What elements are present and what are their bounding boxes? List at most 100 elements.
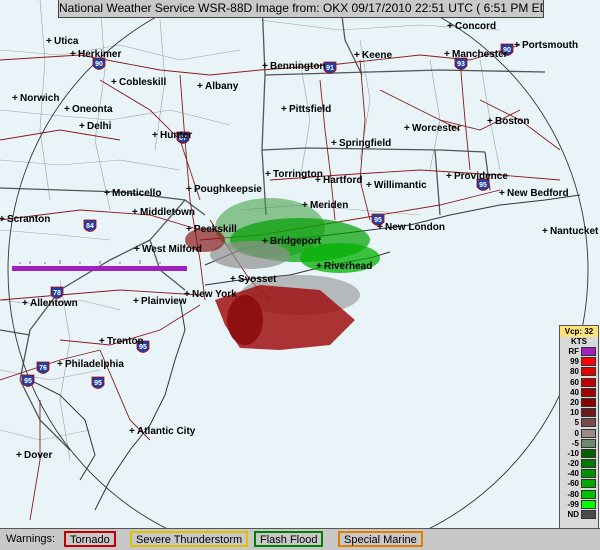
legend-swatch	[581, 489, 596, 499]
city-label: West Milford	[142, 244, 202, 255]
city-marker: +	[230, 274, 236, 285]
legend-swatch	[581, 397, 596, 407]
legend-row: 10	[560, 408, 598, 418]
city-label: Allentown	[30, 298, 78, 309]
legend-value: 20	[570, 397, 579, 407]
legend-row: RF	[560, 347, 598, 357]
legend-row: ND	[560, 510, 598, 520]
legend-swatch	[581, 367, 596, 377]
interstate-shield: 78	[50, 286, 64, 299]
city-label: Cobleskill	[119, 77, 166, 88]
interstate-shield: 95	[91, 376, 105, 389]
city-marker: +	[302, 200, 308, 211]
city-marker: +	[262, 61, 268, 72]
city-label: Trenton	[107, 336, 144, 347]
city-marker: +	[499, 188, 505, 199]
legend-swatch	[581, 387, 596, 397]
city-marker: +	[265, 169, 271, 180]
city-marker: +	[331, 138, 337, 149]
city-label: Meriden	[310, 200, 348, 211]
legend-row: 0	[560, 428, 598, 439]
city-marker: +	[99, 336, 105, 347]
legend-value: 10	[570, 408, 579, 418]
city-label: Atlantic City	[137, 426, 196, 437]
city-label: Bridgeport	[270, 236, 322, 247]
city-label: Scranton	[7, 214, 50, 225]
interstate-number: 91	[326, 65, 334, 72]
city-label: Poughkeepsie	[194, 184, 262, 195]
legend-row: -5	[560, 438, 598, 449]
city-label: Philadelphia	[65, 359, 124, 370]
legend-row: -80	[560, 489, 598, 500]
legend-swatch	[581, 448, 596, 458]
legend-value: -10	[567, 448, 579, 458]
city-marker: +	[57, 359, 63, 370]
legend-value: 40	[570, 387, 579, 397]
city-label: Pittsfield	[289, 104, 331, 115]
warning-severe-thunderstorm[interactable]: Severe Thunderstorm	[130, 531, 249, 547]
city-label: Riverhead	[324, 261, 372, 272]
city-label: Worcester	[412, 123, 461, 134]
interstate-number: 78	[53, 290, 61, 297]
interstate-shield: 91	[323, 61, 337, 74]
warnings-bar: Warnings: Tornado Severe Thunderstorm Fl…	[0, 528, 600, 550]
legend-swatch	[581, 377, 596, 387]
legend-value: -20	[567, 459, 579, 469]
legend-swatch	[581, 357, 596, 367]
legend-swatch	[581, 459, 596, 469]
city-marker: +	[104, 188, 110, 199]
warning-special-marine[interactable]: Special Marine	[338, 531, 423, 547]
legend-row: 40	[560, 387, 598, 398]
warning-tornado[interactable]: Tornado	[64, 531, 116, 547]
legend-value: -40	[567, 469, 579, 479]
city-marker: +	[133, 296, 139, 307]
city-label: Utica	[54, 36, 79, 47]
city-label: Keene	[362, 50, 392, 61]
city-marker: +	[134, 244, 140, 255]
image-title-bar: National Weather Service WSR-88D Image f…	[58, 0, 544, 18]
radar-map: 90919390878495959578957695 + Concord+ Utic…	[0, 0, 600, 550]
city-label: Plainview	[141, 296, 187, 307]
velocity-legend: Vcp: 32 KTS RF 99 80 60 40 20 10 5 0 -5 -10 -20 -40-…	[559, 325, 599, 544]
legend-value: -60	[567, 479, 579, 489]
legend-value: ND	[567, 510, 579, 519]
legend-row: 80	[560, 367, 598, 377]
city-label: Oneonta	[72, 104, 113, 115]
legend-row: -40	[560, 469, 598, 479]
city-label: Delhi	[87, 121, 112, 132]
legend-row: 20	[560, 397, 598, 408]
interstate-number: 93	[457, 61, 465, 68]
legend-row: 5	[560, 418, 598, 428]
city-marker: +	[315, 175, 321, 186]
legend-row: -60	[560, 479, 598, 489]
range-folded-strip	[12, 266, 187, 271]
city-marker: +	[444, 49, 450, 60]
city-label: Willimantic	[374, 180, 427, 191]
legend-value: -80	[567, 489, 579, 499]
legend-value: RF	[568, 347, 579, 356]
city-marker: +	[0, 214, 5, 225]
legend-swatch	[581, 428, 596, 438]
city-marker: +	[132, 207, 138, 218]
legend-row: -20	[560, 459, 598, 469]
city-marker: +	[377, 222, 383, 233]
city-label: Providence	[454, 171, 508, 182]
city-label: Concord	[455, 21, 496, 32]
city-marker: +	[197, 81, 203, 92]
legend-swatch	[581, 438, 596, 448]
city-label: Springfield	[339, 138, 391, 149]
warning-flash-flood[interactable]: Flash Flood	[254, 531, 324, 547]
city-label: Monticello	[112, 188, 161, 199]
city-label: Boston	[495, 116, 529, 127]
interstate-shield: 84	[83, 219, 97, 232]
city-label: Hartford	[323, 175, 362, 186]
city-marker: +	[129, 426, 135, 437]
interstate-number: 84	[86, 223, 94, 230]
legend-row: 99	[560, 357, 598, 367]
city-marker: +	[446, 171, 452, 182]
radar-map-view: 90 91 93 90 87 84 95 95 95 78 95 76 95 + Concord + Utic…	[0, 0, 600, 550]
city-marker: +	[152, 130, 158, 141]
city-marker: +	[487, 116, 493, 127]
city-label: Dover	[24, 450, 52, 461]
interstate-number: 95	[94, 380, 102, 387]
